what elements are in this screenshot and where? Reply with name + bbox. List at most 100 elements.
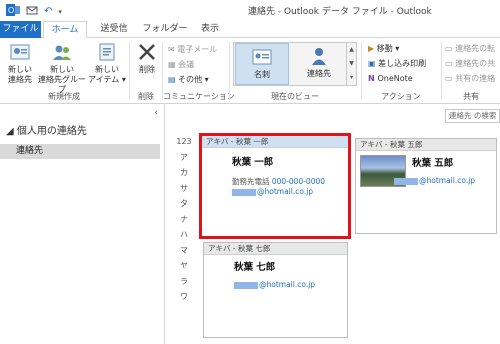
forward-contact-button[interactable]: ▭ 連絡先の転: [445, 42, 495, 55]
undo-icon[interactable]: ↶: [44, 6, 52, 18]
mail-merge-button[interactable]: ▣ 差し込み印刷: [368, 57, 426, 70]
index-ta[interactable]: タ: [174, 196, 194, 212]
email-icon: ✉: [168, 45, 178, 54]
my-contacts-label: 個人用の連絡先: [16, 126, 87, 137]
new-item-button[interactable]: 新しい アイテム ▾: [88, 42, 126, 85]
new-item-label: 新しい アイテム ▾: [88, 65, 126, 84]
window-title: 連絡先 - Outlook データ ファイル - Outlook: [248, 7, 432, 17]
card-email: @hotmail.co.jp: [257, 187, 314, 196]
tab-folder[interactable]: フォルダー: [140, 21, 190, 38]
more-icon: ▤: [168, 75, 179, 84]
index-ha[interactable]: ハ: [174, 227, 194, 243]
card-email: @hotmail.co.jp: [259, 280, 316, 289]
forward-contact-icon: ▭: [445, 44, 456, 53]
new-contact-group-button[interactable]: 新しい 連絡先グループ: [36, 42, 88, 95]
tab-view[interactable]: 表示: [193, 21, 227, 38]
shared-contacts-label: 共有の連絡: [455, 74, 496, 83]
gallery-scroll[interactable]: ▲ ▼ ▾: [346, 43, 356, 85]
email-button[interactable]: ✉ 電子メール: [168, 43, 217, 56]
group-share-label: 共有: [463, 92, 479, 101]
tab-send-receive[interactable]: 送受信: [92, 21, 136, 38]
ribbon: 新しい 連絡先 新しい 連絡先グループ 新しい アイテム ▾ 新規作成 削除 削…: [0, 38, 500, 104]
card-name: 秋葉 五郎: [412, 158, 454, 169]
redacted-email-user: [232, 188, 256, 196]
more-button[interactable]: ▤ その他 ▾: [168, 73, 209, 86]
share-contacts-label: 連絡先の共: [455, 59, 496, 68]
meeting-icon: ▦: [168, 60, 179, 69]
qat-dropdown-icon[interactable]: ▾: [58, 6, 62, 18]
card-email-row: @hotmail.co.jp: [232, 187, 313, 196]
group-delete: 削除 削除: [130, 38, 162, 104]
ribbon-tabs: ファイル ホーム 送受信 フォルダー 表示: [0, 21, 500, 39]
card-phone-label: 勤務先電話: [232, 177, 270, 186]
contact-card[interactable]: アキバ - 秋葉 七郎 秋葉 七郎 @hotmail.co.jp: [203, 242, 348, 338]
mail-merge-label: 差し込み印刷: [378, 59, 427, 68]
index-wa[interactable]: ワ: [174, 289, 194, 305]
shared-contacts-icon: ▭: [445, 74, 456, 83]
view-business-card-label: 名刺: [254, 70, 270, 79]
delete-button[interactable]: 削除: [133, 42, 161, 75]
card-name: 秋葉 一郎: [232, 157, 274, 168]
my-contacts-header[interactable]: ◢ 個人用の連絡先: [6, 122, 87, 137]
quick-access-toolbar: O ↶ ▾: [6, 4, 62, 20]
view-contact-button[interactable]: 連絡先: [292, 43, 346, 85]
view-gallery: 名刺 連絡先 ▲ ▼ ▾: [233, 42, 357, 86]
share-contacts-icon: ▭: [445, 59, 456, 68]
group-share: ▭ 連絡先の転 ▭ 連絡先の共 ▭ 共有の連絡 共有: [442, 38, 500, 104]
new-items-icon: [96, 42, 118, 62]
onenote-label: OneNote: [377, 74, 413, 83]
shared-contacts-button[interactable]: ▭ 共有の連絡: [445, 72, 495, 85]
mail-merge-icon: ▣: [368, 59, 379, 68]
send-receive-icon[interactable]: [26, 4, 38, 20]
card-file-as: アキバ - 秋葉 一郎: [202, 136, 348, 148]
forward-contact-label: 連絡先の転: [455, 44, 496, 53]
new-contact-label: 新しい 連絡先: [8, 65, 32, 84]
folder-pane: ‹ ◢ 個人用の連絡先 連絡先: [0, 104, 165, 344]
group-communication-label: コミュニケーション: [163, 92, 235, 101]
index-ra[interactable]: ラ: [174, 274, 194, 290]
index-123[interactable]: 123: [174, 134, 194, 150]
index-na[interactable]: ナ: [174, 212, 194, 228]
delete-x-icon: [136, 42, 158, 62]
tab-home[interactable]: ホーム: [43, 21, 87, 39]
index-sa[interactable]: サ: [174, 181, 194, 197]
email-label: 電子メール: [177, 45, 218, 54]
search-contacts-input[interactable]: 連絡先 の検索: [445, 109, 500, 123]
alphabet-index: 123 ア カ サ タ ナ ハ マ ヤ ラ ワ: [174, 134, 194, 305]
business-card-icon: [252, 47, 272, 67]
delete-label: 削除: [139, 65, 155, 74]
group-delete-label: 削除: [138, 92, 154, 101]
card-file-as: アキバ - 秋葉 五郎: [356, 139, 496, 151]
index-ka[interactable]: カ: [174, 165, 194, 181]
card-file-as: アキバ - 秋葉 七郎: [204, 243, 347, 255]
index-ma[interactable]: マ: [174, 243, 194, 259]
move-button[interactable]: ▶ 移動 ▾: [368, 42, 399, 55]
contact-card-icon: [9, 42, 31, 62]
group-new-label: 新規作成: [48, 92, 80, 101]
group-communication: ✉ 電子メール ▦ 会議 ▤ その他 ▾ コミュニケーション: [163, 38, 235, 104]
index-ya[interactable]: ヤ: [174, 258, 194, 274]
card-name: 秋葉 七郎: [234, 262, 276, 273]
card-email-row: @hotmail.co.jp: [234, 280, 315, 289]
meeting-label: 会議: [178, 60, 195, 69]
group-new: 新しい 連絡先 新しい 連絡先グループ 新しい アイテム ▾ 新規作成: [0, 38, 128, 104]
contact-card[interactable]: アキバ - 秋葉 一郎 秋葉 一郎 勤務先電話 000-000-0000 @ho…: [200, 134, 350, 238]
person-icon: [309, 46, 329, 66]
meeting-button[interactable]: ▦ 会議: [168, 58, 194, 71]
card-email-row: @hotmail.co.jp: [394, 176, 475, 185]
tab-file[interactable]: ファイル: [0, 21, 41, 38]
contact-card[interactable]: アキバ - 秋葉 五郎 秋葉 五郎 @hotmail.co.jp: [355, 138, 497, 234]
title-bar: O ↶ ▾ 連絡先 - Outlook データ ファイル - Outlook: [0, 0, 500, 21]
collapse-pane-icon[interactable]: ‹: [154, 108, 158, 118]
onenote-button[interactable]: N OneNote: [368, 72, 413, 85]
share-contacts-button[interactable]: ▭ 連絡先の共: [445, 57, 495, 70]
card-phone: 000-000-0000: [271, 177, 326, 186]
outlook-logo-icon: O: [6, 4, 20, 20]
nav-item-contacts[interactable]: 連絡先: [0, 144, 160, 159]
more-label: その他 ▾: [178, 75, 209, 84]
new-contact-button[interactable]: 新しい 連絡先: [3, 42, 37, 85]
group-current-view-label: 現在のビュー: [271, 92, 319, 101]
view-business-card-button[interactable]: 名刺: [235, 43, 289, 85]
redacted-email-user: [234, 281, 258, 289]
index-a[interactable]: ア: [174, 150, 194, 166]
